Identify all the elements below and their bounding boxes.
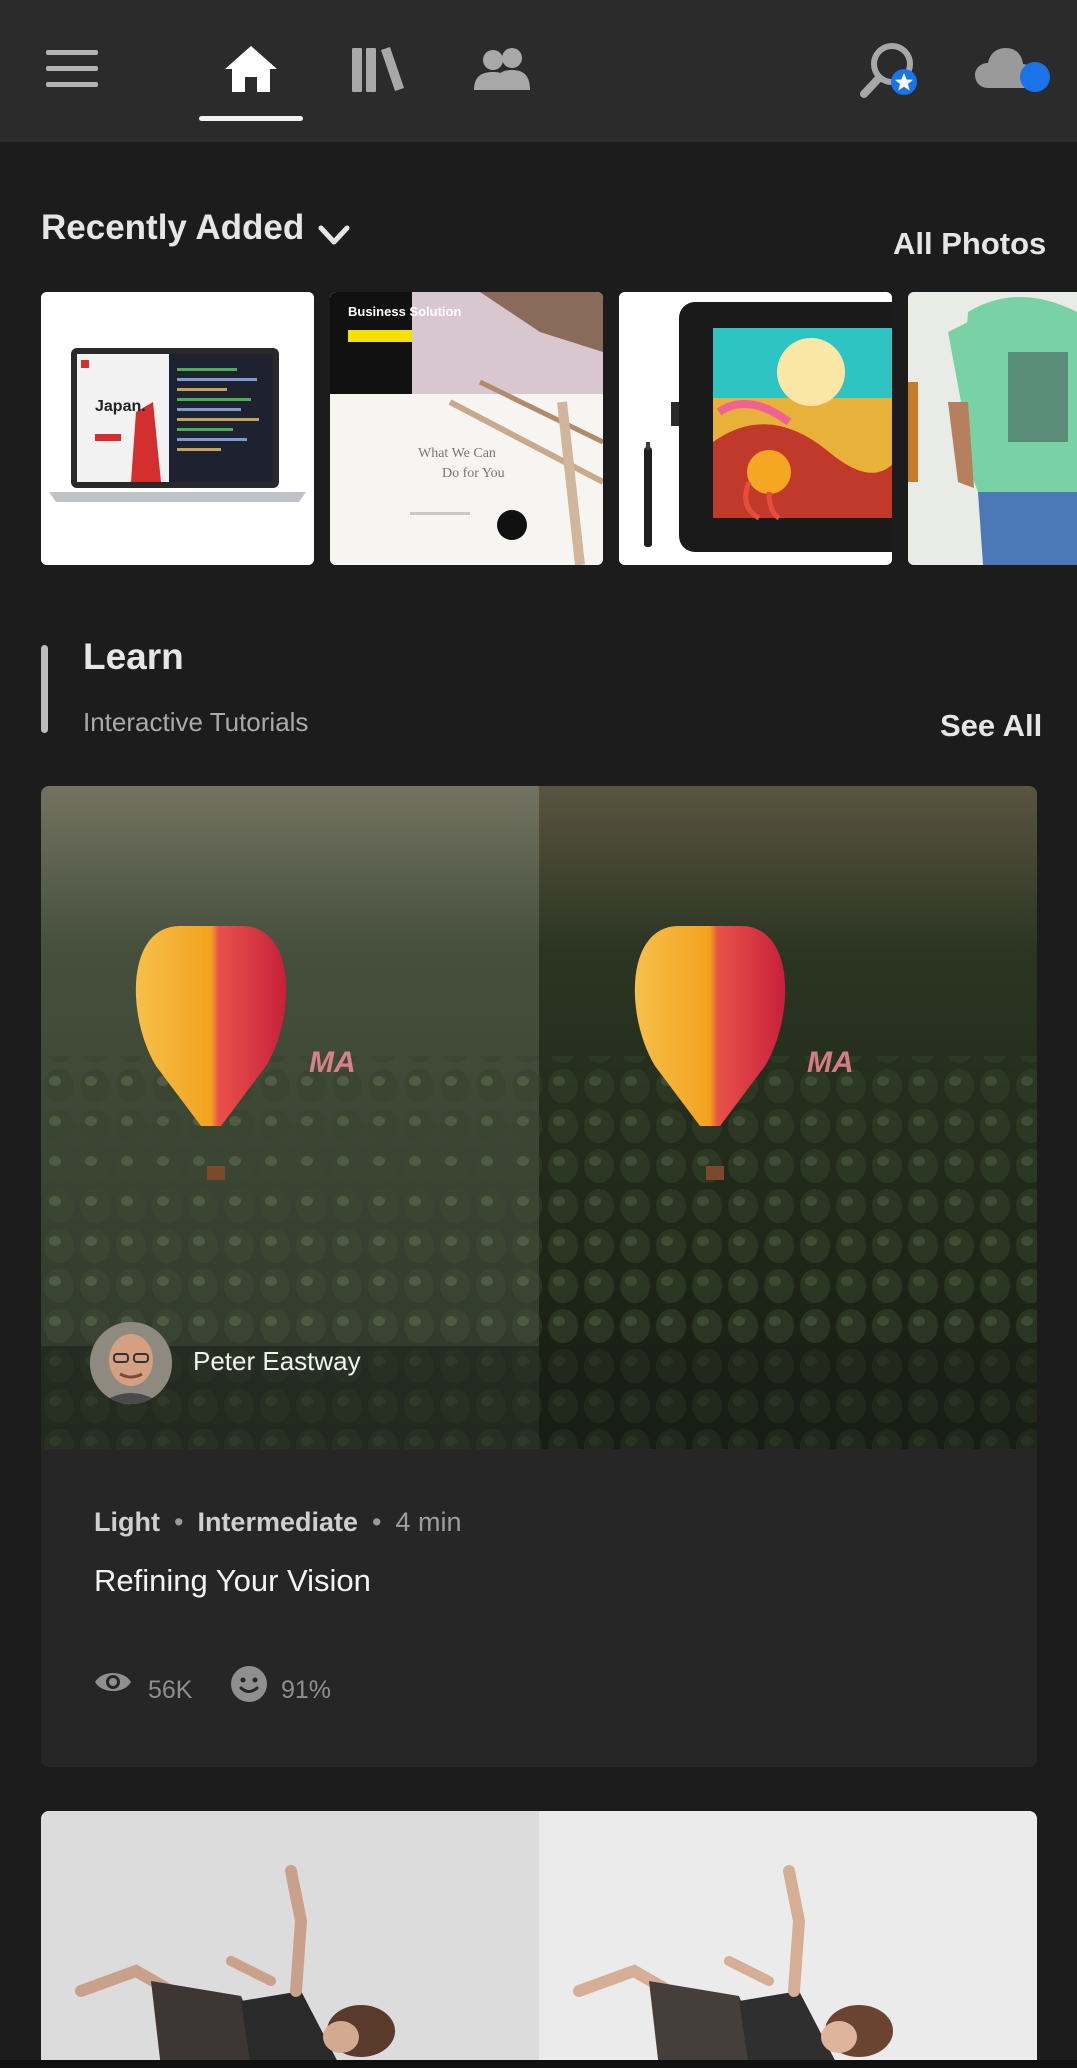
learn-section-accent: [41, 645, 48, 733]
learn-title: Learn: [83, 636, 184, 677]
learn-subtitle: Interactive Tutorials: [83, 707, 309, 737]
tutorial-card-2[interactable]: [41, 1811, 1037, 2068]
search-icon[interactable]: [860, 42, 920, 98]
tutorial-duration: 4 min: [395, 1507, 462, 1537]
balloon-lettering-right: MA: [807, 1046, 854, 1079]
bottom-edge: [0, 2060, 1077, 2068]
active-tab-indicator: [199, 116, 303, 121]
website-banner-text: Business Solution: [348, 304, 462, 319]
tutorial-level: Intermediate: [197, 1507, 358, 1537]
photo-thumbnail-person[interactable]: [908, 292, 1077, 565]
smiley-rating-icon: [230, 1665, 268, 1708]
tutorial-category: Light: [94, 1507, 160, 1537]
website-line-2: Do for You: [442, 466, 505, 481]
laptop-screen-heading: Japan.: [95, 398, 146, 415]
website-line-1: What We Can: [418, 446, 496, 461]
rating-percent: 91%: [281, 1676, 332, 1704]
photo-thumbnail-laptop[interactable]: Japan.: [41, 292, 314, 565]
recent-photos-strip: Japan. Business Solution What We Can Do …: [41, 292, 1077, 566]
photo-thumbnail-website[interactable]: Business Solution What We Can Do for You: [330, 292, 603, 565]
author-name: Peter Eastway: [193, 1346, 361, 1376]
people-icon[interactable]: [474, 46, 532, 90]
views-count: 56K: [148, 1676, 193, 1704]
tutorial-before-after-image: MA MA: [41, 786, 1037, 1449]
views-eye-icon: [94, 1668, 132, 1701]
author-avatar: [90, 1322, 172, 1404]
hamburger-icon[interactable]: [46, 50, 98, 88]
tutorial-title[interactable]: Refining Your Vision: [94, 1563, 371, 1599]
tutorial-meta: Light • Intermediate • 4 min: [94, 1507, 462, 1537]
all-photos-link[interactable]: All Photos: [893, 226, 1046, 262]
balloon-lettering: MA: [309, 1046, 356, 1079]
home-icon[interactable]: [223, 44, 279, 94]
photo-thumbnail-tablet[interactable]: [619, 292, 892, 565]
see-all-link[interactable]: See All: [940, 708, 1042, 744]
tutorial-card[interactable]: MA MA Peter Eastway Light • Intermediate • 4…: [41, 786, 1037, 1767]
chevron-down-icon[interactable]: [318, 225, 350, 247]
library-icon[interactable]: [352, 44, 404, 92]
recently-added-title[interactable]: Recently Added: [41, 208, 304, 248]
tutorial-2-before-after-image: [41, 1811, 1037, 2068]
sync-status-dot: [1020, 62, 1050, 92]
top-navigation-bar: [0, 0, 1077, 142]
